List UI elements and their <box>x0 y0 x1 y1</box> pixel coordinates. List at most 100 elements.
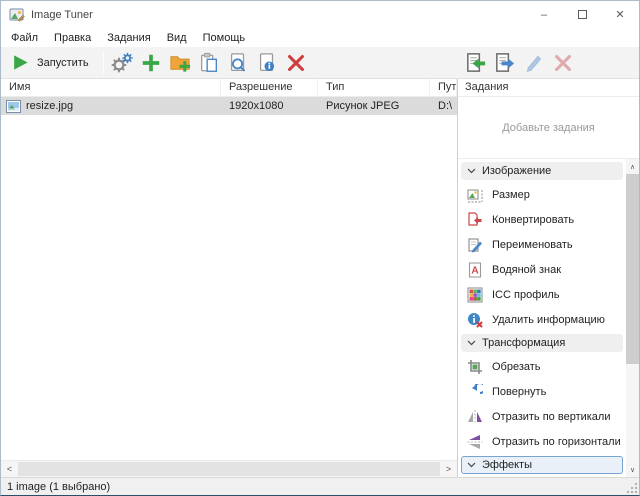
horizontal-scrollbar[interactable]: < > <box>1 460 457 477</box>
titlebar: Image Tuner – ✕ <box>1 1 639 28</box>
section-image-label: Изображение <box>482 165 551 177</box>
section-image[interactable]: Изображение <box>461 162 623 180</box>
remove-info-icon <box>467 312 483 328</box>
flip-vertical-icon <box>467 409 483 425</box>
file-name-cell: resize.jpg <box>1 100 221 113</box>
menu-tasks[interactable]: Задания <box>99 30 158 46</box>
maximize-icon <box>578 10 587 19</box>
delete-task-icon <box>552 52 574 74</box>
window-title: Image Tuner <box>31 9 93 21</box>
file-list-header: Имя Разрешение Тип Путь <box>1 79 457 97</box>
preview-button[interactable] <box>224 49 253 77</box>
edit-task-button[interactable] <box>519 49 548 77</box>
task-resize[interactable]: Размер <box>458 182 626 207</box>
section-transform-label: Трансформация <box>482 337 565 349</box>
remove-files-icon <box>285 52 307 74</box>
tasks-toolbar <box>461 47 577 78</box>
rotate-icon <box>467 384 483 400</box>
remove-files-button[interactable] <box>282 49 311 77</box>
chevron-down-icon <box>467 168 476 174</box>
file-path: D:\ <box>430 100 457 112</box>
task-rotate[interactable]: Повернуть <box>458 379 626 404</box>
window-controls: – ✕ <box>525 1 639 28</box>
task-watermark-label: Водяной знак <box>492 264 561 276</box>
app-logo-icon <box>9 7 25 23</box>
menu-view[interactable]: Вид <box>159 30 195 46</box>
menubar: Файл Правка Задания Вид Помощь <box>1 28 639 47</box>
close-icon: ✕ <box>615 8 624 21</box>
file-list-panel: Имя Разрешение Тип Путь resize.jpg <box>1 79 458 477</box>
column-header-resolution[interactable]: Разрешение <box>221 79 318 96</box>
file-info-icon <box>256 52 278 74</box>
menu-file[interactable]: Файл <box>3 30 46 46</box>
vertical-scrollbar[interactable]: ∧ ∨ <box>626 159 639 477</box>
statusbar: 1 image (1 выбрано) <box>1 477 639 495</box>
tasks-panel-header: Задания <box>458 79 639 97</box>
task-rename-label: Переименовать <box>492 239 573 251</box>
resize-icon <box>467 187 483 203</box>
toolbar: Запустить <box>1 47 639 79</box>
chevron-down-icon <box>467 340 476 346</box>
tasks-catalog: Изображение Размер <box>458 159 639 477</box>
add-files-icon <box>140 52 162 74</box>
import-tasks-button[interactable] <box>461 49 490 77</box>
scroll-left-arrow[interactable]: < <box>1 461 18 477</box>
tasks-list: Изображение Размер <box>458 159 626 477</box>
menu-help[interactable]: Помощь <box>195 30 254 46</box>
task-convert[interactable]: Конвертировать <box>458 207 626 232</box>
section-effects[interactable]: Эффекты <box>461 456 623 474</box>
file-info-button[interactable] <box>253 49 282 77</box>
task-watermark[interactable]: A Водяной знак <box>458 257 626 282</box>
settings-gears-icon <box>110 51 134 75</box>
run-button-label: Запустить <box>37 57 89 69</box>
file-resolution: 1920x1080 <box>221 100 318 112</box>
paste-icon <box>198 52 220 74</box>
minimize-icon: – <box>541 9 547 21</box>
export-tasks-button[interactable] <box>490 49 519 77</box>
task-convert-label: Конвертировать <box>492 214 574 226</box>
scroll-down-arrow[interactable]: ∨ <box>626 462 639 477</box>
column-header-type[interactable]: Тип <box>318 79 430 96</box>
vertical-scrollbar-thumb[interactable] <box>626 174 639 364</box>
run-button[interactable]: Запустить <box>5 49 99 77</box>
watermark-icon: A <box>467 262 483 278</box>
toolbar-separator <box>103 52 104 74</box>
task-remove-info[interactable]: Удалить информацию <box>458 307 626 332</box>
file-list: resize.jpg 1920x1080 Рисунок JPEG D:\ <box>1 97 457 460</box>
menu-edit[interactable]: Правка <box>46 30 99 46</box>
preview-icon <box>227 52 249 74</box>
section-transform[interactable]: Трансформация <box>461 334 623 352</box>
column-header-path[interactable]: Путь <box>430 79 457 96</box>
file-name: resize.jpg <box>26 100 73 112</box>
paste-button[interactable] <box>195 49 224 77</box>
maximize-button[interactable] <box>563 1 601 28</box>
settings-button[interactable] <box>108 49 137 77</box>
resize-grip-icon[interactable] <box>626 482 638 494</box>
add-files-button[interactable] <box>137 49 166 77</box>
task-remove-info-label: Удалить информацию <box>492 314 605 326</box>
task-flip-vertical-label: Отразить по вертикали <box>492 411 610 423</box>
add-folder-button[interactable] <box>166 49 195 77</box>
task-flip-horizontal[interactable]: Отразить по горизонтали <box>458 429 626 454</box>
flip-horizontal-icon <box>467 434 483 450</box>
column-header-name[interactable]: Имя <box>1 79 221 96</box>
task-rename[interactable]: Переименовать <box>458 232 626 257</box>
rename-icon <box>467 237 483 253</box>
task-crop[interactable]: Обрезать <box>458 354 626 379</box>
crop-icon <box>467 359 483 375</box>
horizontal-scrollbar-thumb[interactable] <box>18 462 440 476</box>
status-text: 1 image (1 выбрано) <box>7 481 110 493</box>
task-rotate-label: Повернуть <box>492 386 546 398</box>
export-tasks-icon <box>493 51 516 74</box>
close-button[interactable]: ✕ <box>601 1 639 28</box>
task-resize-label: Размер <box>492 189 530 201</box>
minimize-button[interactable]: – <box>525 1 563 28</box>
file-row-selected[interactable]: resize.jpg 1920x1080 Рисунок JPEG D:\ <box>1 97 457 115</box>
task-icc-profile[interactable]: ICC профиль <box>458 282 626 307</box>
task-flip-vertical[interactable]: Отразить по вертикали <box>458 404 626 429</box>
scroll-up-arrow[interactable]: ∧ <box>626 159 639 174</box>
app-window: Image Tuner – ✕ Файл Правка Задания Вид … <box>0 0 640 496</box>
delete-task-button[interactable] <box>548 49 577 77</box>
scroll-right-arrow[interactable]: > <box>440 461 457 477</box>
task-icc-profile-label: ICC профиль <box>492 289 560 301</box>
